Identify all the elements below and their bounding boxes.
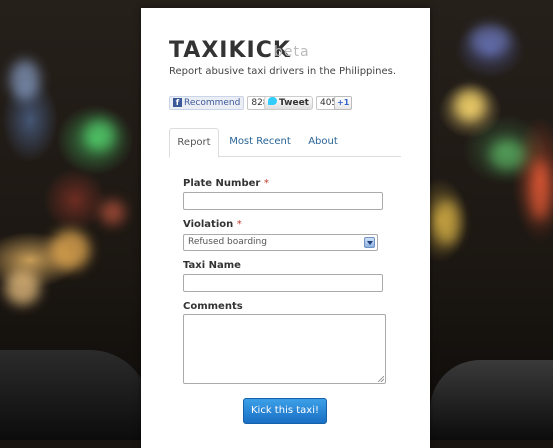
violation-label-text: Violation [183, 219, 234, 230]
facebook-widget: f Recommend 828 [169, 96, 273, 110]
tweet-label: Tweet [279, 98, 309, 108]
report-panel: TAXIKICK beta Report abusive taxi driver… [141, 8, 430, 448]
tab-most-recent[interactable]: Most Recent [225, 128, 295, 156]
taxi-name-label: Taxi Name [183, 260, 241, 271]
comments-label: Comments [183, 301, 243, 312]
plate-number-label-text: Plate Number [183, 178, 261, 189]
bokeh-light [470, 25, 510, 55]
facebook-icon: f [173, 98, 182, 107]
bokeh-light [490, 140, 525, 170]
taxi-roof-right [430, 360, 553, 440]
submit-button[interactable]: Kick this taxi! [243, 398, 327, 424]
violation-selected-value: Refused boarding [188, 237, 267, 247]
plate-number-label: Plate Number * [183, 178, 269, 189]
violation-select[interactable]: Refused boarding [183, 234, 378, 251]
app-logo: TAXIKICK [169, 38, 291, 63]
twitter-widget: Tweet 405 [264, 96, 342, 110]
facebook-recommend-label: Recommend [184, 98, 241, 108]
required-mark: * [236, 219, 242, 230]
tab-report[interactable]: Report [169, 128, 219, 158]
facebook-recommend-button[interactable]: f Recommend [169, 96, 245, 110]
bokeh-light [5, 270, 40, 305]
tab-about[interactable]: About [301, 128, 345, 156]
tab-bar: Report Most Recent About [169, 128, 401, 158]
bokeh-light [455, 90, 485, 120]
bokeh-light [10, 60, 40, 100]
twitter-bird-icon [268, 97, 277, 105]
bokeh-light [100, 200, 125, 225]
violation-label: Violation * [183, 219, 242, 230]
taxi-name-input[interactable] [183, 274, 383, 292]
gplus-widget: +1 [334, 96, 353, 110]
chevron-down-icon[interactable] [364, 237, 375, 248]
required-mark: * [263, 178, 269, 189]
beta-badge: beta [274, 44, 310, 60]
comments-textarea[interactable] [183, 314, 386, 384]
bokeh-light [530, 160, 550, 220]
gplus-button[interactable]: +1 [334, 96, 353, 110]
resize-grip-icon[interactable] [378, 376, 384, 382]
app-tagline: Report abusive taxi drivers in the Phili… [169, 66, 397, 77]
bokeh-light [50, 230, 90, 270]
tweet-button[interactable]: Tweet [264, 96, 313, 110]
taxi-roof-left [0, 350, 150, 440]
bokeh-light [435, 200, 460, 245]
plate-number-input[interactable] [183, 192, 383, 210]
bokeh-light [85, 120, 115, 150]
